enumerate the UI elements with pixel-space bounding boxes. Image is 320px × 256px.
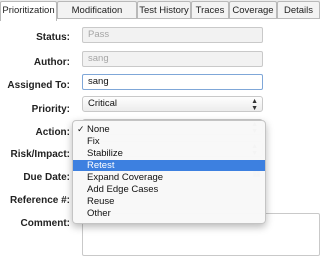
menu-option-retest[interactable]: Retest <box>73 160 265 172</box>
comment-label: Comment: <box>20 218 70 229</box>
menu-option-expand-coverage[interactable]: Expand Coverage <box>73 172 265 183</box>
tab-bar: Prioritization Modification History Test… <box>0 0 320 33</box>
author-field: sang <box>82 51 263 67</box>
tab-test-history[interactable]: Test History <box>137 1 191 18</box>
action-dropdown-menu: ✓ None Fix Stabilize Retest Expand Cover… <box>72 120 266 224</box>
menu-option-add-edge-cases[interactable]: Add Edge Cases <box>73 184 265 195</box>
tab-coverage[interactable]: Coverage <box>229 1 277 18</box>
tab-modification-history[interactable]: Modification History <box>57 1 137 33</box>
status-field: Pass <box>82 27 263 43</box>
menu-option-other[interactable]: Other <box>73 208 265 219</box>
reference-label: Reference #: <box>9 195 70 206</box>
tab-prioritization[interactable]: Prioritization <box>0 1 57 21</box>
checkmark-icon: ✓ <box>77 124 85 134</box>
due-date-label: Due Date: <box>23 172 70 183</box>
priority-select[interactable]: Critical ▲ ▼ <box>82 96 263 112</box>
menu-option-reuse[interactable]: Reuse <box>73 196 265 207</box>
assigned-to-label: Assigned To: <box>7 80 70 91</box>
tab-details[interactable]: Details <box>277 1 320 18</box>
risk-impact-label: Risk/Impact: <box>10 149 70 160</box>
select-arrows-icon: ▲▼ <box>251 98 258 112</box>
priority-value: Critical <box>88 98 118 109</box>
menu-option-none[interactable]: ✓ None <box>73 124 265 135</box>
status-label: Status: <box>36 32 70 43</box>
menu-option-stabilize[interactable]: Stabilize <box>73 148 265 159</box>
author-label: Author: <box>33 57 70 68</box>
menu-option-fix[interactable]: Fix <box>73 136 265 147</box>
assigned-to-input[interactable]: sang <box>82 74 263 90</box>
tab-traces[interactable]: Traces <box>191 1 229 18</box>
priority-label: Priority: <box>31 104 70 115</box>
action-label: Action: <box>35 127 70 138</box>
